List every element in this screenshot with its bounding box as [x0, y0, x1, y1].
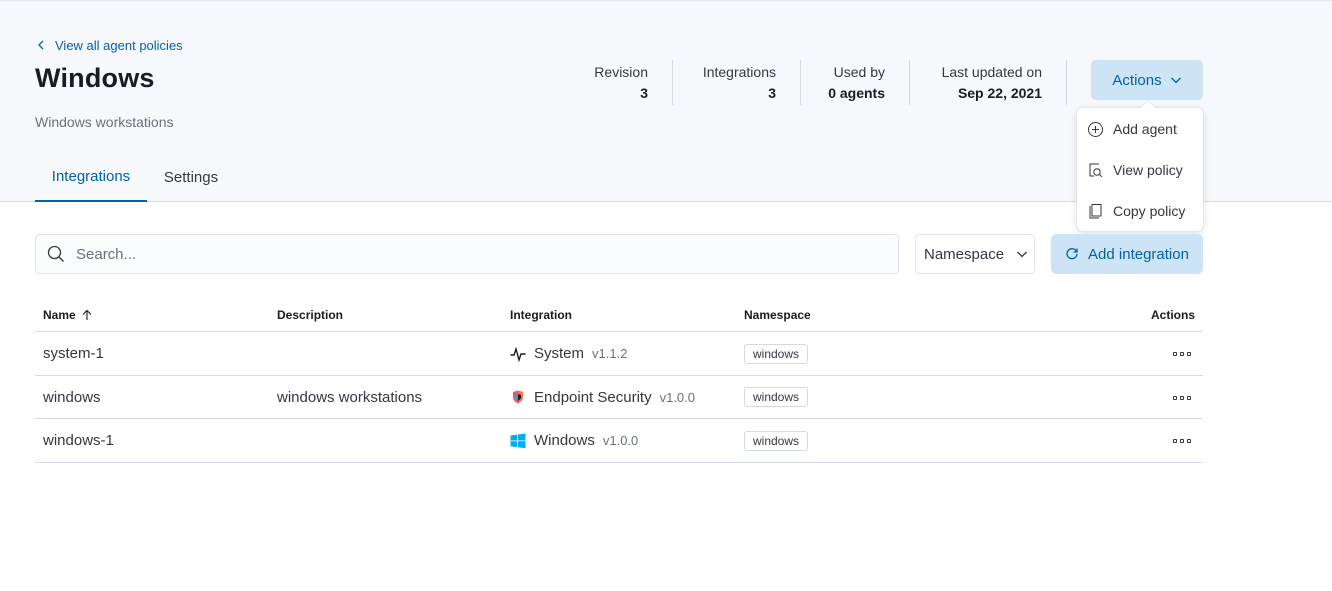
- inspect-icon: [1089, 163, 1103, 177]
- integration-name: System: [534, 345, 585, 362]
- cell-namespace: windows: [744, 332, 809, 375]
- stat-used-by-value: 0 agents: [828, 85, 885, 101]
- menu-item-label: Copy policy: [1113, 203, 1186, 219]
- menu-item-label: Add agent: [1113, 121, 1177, 137]
- page-description: Windows workstations: [35, 114, 174, 130]
- namespace-filter[interactable]: Namespace: [915, 234, 1035, 274]
- column-header-label: Name: [43, 308, 76, 322]
- actions-menu: Add agent View policy Copy policy: [1077, 108, 1203, 231]
- add-integration-label: Add integration: [1088, 245, 1189, 263]
- stat-last-updated-label: Last updated on: [941, 64, 1042, 80]
- cell-namespace: windows: [744, 376, 809, 419]
- menu-item-view-policy[interactable]: View policy: [1087, 157, 1183, 183]
- page-title: Windows: [35, 63, 155, 93]
- stat-divider: [909, 60, 910, 105]
- popover-arrow: [1140, 101, 1156, 109]
- table-header: Name Description Integration Namespace A…: [35, 298, 1203, 332]
- table-row: system-1 System v1.1.2 windows: [35, 332, 1203, 376]
- menu-item-add-agent[interactable]: Add agent: [1087, 116, 1177, 142]
- cell-name[interactable]: windows-1: [43, 419, 114, 462]
- chevron-down-icon: [1017, 251, 1028, 258]
- cell-namespace: windows: [744, 419, 809, 462]
- stat-last-updated-value: Sep 22, 2021: [957, 85, 1042, 101]
- integrations-table: Name Description Integration Namespace A…: [35, 298, 1203, 463]
- namespace-badge: windows: [744, 430, 809, 451]
- namespace-badge: windows: [744, 387, 809, 408]
- column-header-namespace: Namespace: [744, 308, 811, 322]
- actions-button-label: Actions: [1112, 71, 1162, 89]
- stat-divider: [1066, 60, 1067, 105]
- chevron-down-icon: [1170, 77, 1181, 84]
- row-actions-button[interactable]: [1173, 434, 1191, 448]
- integration-name: Endpoint Security: [534, 388, 652, 406]
- namespace-badge: windows: [744, 343, 809, 364]
- cell-name[interactable]: windows: [43, 376, 101, 419]
- menu-item-label: View policy: [1113, 162, 1183, 178]
- sort-ascending-icon: [82, 309, 92, 320]
- namespace-filter-label: Namespace: [924, 245, 1005, 263]
- search-input[interactable]: [76, 245, 856, 263]
- view-all-policies-link[interactable]: View all agent policies: [35, 36, 183, 54]
- column-header-actions: Actions: [1150, 308, 1195, 322]
- refresh-icon: [1066, 248, 1078, 260]
- top-shadow: [0, 0, 1332, 2]
- row-actions-button[interactable]: [1173, 391, 1191, 405]
- cell-description: windows workstations: [277, 388, 423, 406]
- copy-icon: [1089, 203, 1102, 218]
- tab-integrations[interactable]: Integrations: [35, 152, 147, 202]
- column-header-description: Description: [277, 308, 344, 322]
- integration-version: v1.0.0: [602, 433, 639, 449]
- stat-last-updated: Last updated on Sep 22, 2021: [922, 62, 1042, 106]
- stat-integrations-label: Integrations: [702, 64, 776, 80]
- cell-integration[interactable]: System v1.1.2: [510, 332, 627, 375]
- column-header-integration: Integration: [510, 308, 572, 322]
- integration-name: Windows: [534, 432, 595, 450]
- actions-button[interactable]: Actions: [1091, 60, 1203, 100]
- table-row: windows-1 Windows v1.0.0 windows: [35, 419, 1203, 463]
- search-field[interactable]: [35, 234, 899, 274]
- cell-integration[interactable]: Endpoint Security v1.0.0: [510, 376, 695, 419]
- chevron-left-icon: [38, 40, 44, 50]
- add-integration-button[interactable]: Add integration: [1051, 234, 1203, 274]
- stat-revision-value: 3: [640, 85, 648, 101]
- stat-integrations-value: 3: [768, 85, 776, 101]
- system-activity-icon: [510, 346, 526, 362]
- windows-logo-icon: [510, 433, 526, 448]
- stat-revision-label: Revision: [594, 64, 648, 80]
- menu-item-copy-policy[interactable]: Copy policy: [1087, 198, 1185, 224]
- tab-settings[interactable]: Settings: [155, 152, 227, 202]
- column-header-name[interactable]: Name: [43, 308, 93, 322]
- row-actions-button[interactable]: [1173, 347, 1191, 361]
- endpoint-security-icon: [513, 390, 523, 404]
- cell-name[interactable]: system-1: [43, 332, 104, 375]
- plus-in-circle-icon: [1088, 121, 1103, 137]
- cell-integration[interactable]: Windows v1.0.0: [510, 419, 638, 462]
- search-icon: [47, 245, 64, 262]
- stat-divider: [672, 60, 673, 105]
- stat-used-by: Used by 0 agents: [815, 62, 885, 106]
- stat-integrations: Integrations 3: [690, 62, 776, 106]
- stat-revision: Revision 3: [580, 62, 648, 106]
- integration-version: v1.1.2: [592, 346, 628, 361]
- stat-used-by-label: Used by: [833, 64, 885, 80]
- integration-version: v1.0.0: [659, 389, 695, 405]
- table-row: windows windows workstations Endpoint Se…: [35, 376, 1203, 420]
- stat-divider: [800, 60, 801, 105]
- back-link-label[interactable]: View all agent policies: [55, 38, 183, 53]
